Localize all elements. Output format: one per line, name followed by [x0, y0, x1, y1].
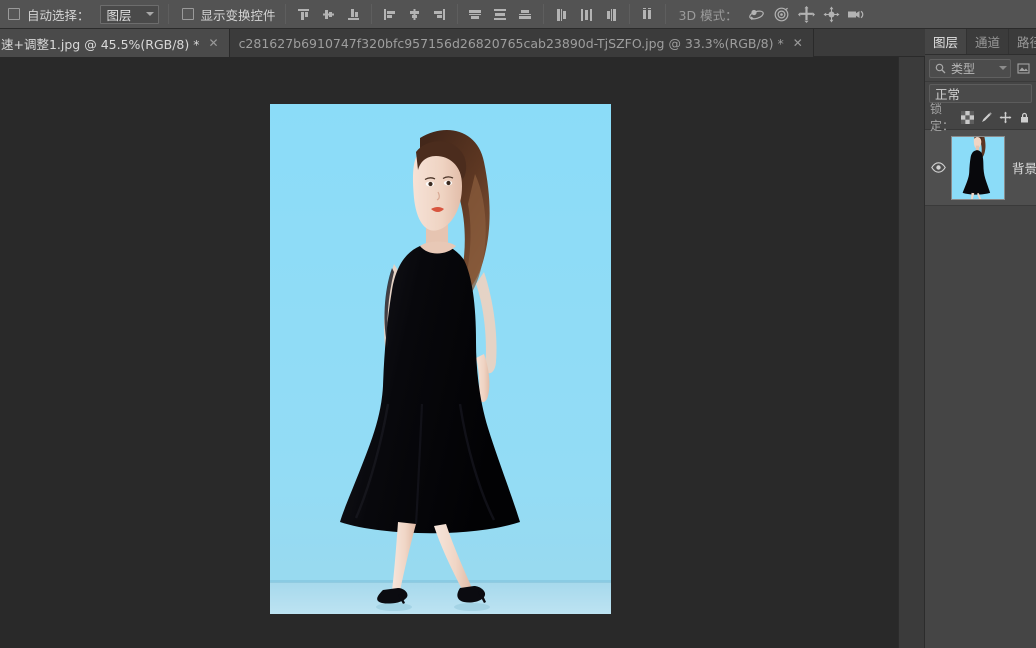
toolbar-separator	[664, 4, 666, 24]
toolbar-separator	[167, 4, 169, 24]
panel-dock-gutter	[898, 57, 925, 648]
align-left-edges-icon[interactable]	[377, 2, 402, 27]
document-tab-bar: 速+调整1.jpg @ 45.5%(RGB/8) * ✕ c281627b691…	[0, 29, 1036, 57]
layer-filter-value: 类型	[951, 61, 976, 76]
distribute-bottom-edges-icon[interactable]	[513, 2, 538, 27]
distribute-horizontal-centers-icon[interactable]	[574, 2, 599, 27]
document-image	[270, 104, 611, 614]
document-tab-1-label: 速+调整1.jpg @ 45.5%(RGB/8) *	[1, 36, 200, 52]
layer-row[interactable]: 背景	[925, 130, 1036, 206]
lock-transparent-pixels-icon[interactable]	[961, 110, 974, 124]
distribute-vertical-centers-icon[interactable]	[488, 2, 513, 27]
toolbar-separator	[284, 4, 286, 24]
tab-paths-label: 路径	[1017, 35, 1036, 50]
align-top-edges-icon[interactable]	[291, 2, 316, 27]
eye-icon	[930, 162, 946, 173]
3d-camera-icon[interactable]	[844, 2, 869, 27]
toolbar-separator	[542, 4, 544, 24]
chevron-down-icon	[999, 66, 1007, 70]
auto-select-checkbox[interactable]	[8, 8, 20, 20]
lock-label: 锁定：	[930, 102, 955, 133]
layer-visibility-toggle[interactable]	[925, 162, 951, 173]
lock-row: 锁定：	[925, 102, 1036, 133]
layers-panel-empty-area	[925, 206, 1036, 648]
layers-panel: 图层 通道 路径 类型 正常 锁定： 背景	[925, 29, 1036, 648]
show-transform-option[interactable]: 显示变换控件	[174, 0, 280, 29]
3d-mode-label: 3D 模式：	[678, 7, 738, 23]
lock-position-icon[interactable]	[999, 111, 1012, 124]
tab-layers[interactable]: 图层	[925, 29, 968, 54]
3d-pan-icon[interactable]	[794, 2, 819, 27]
3d-roll-icon[interactable]	[769, 2, 794, 27]
close-icon[interactable]: ✕	[209, 37, 219, 49]
layer-filter-type-select[interactable]: 类型	[929, 58, 1011, 78]
lock-image-pixels-icon[interactable]	[980, 111, 993, 124]
lock-all-icon[interactable]	[1018, 111, 1031, 124]
photoshop-window: 自动选择： 图层 显示变换控件 3D 模式： 速+调整1.jpg @ 45.5%…	[0, 0, 1036, 648]
layer-name-label[interactable]: 背景	[1005, 158, 1036, 177]
close-icon[interactable]: ✕	[793, 37, 803, 49]
toolbar-separator	[628, 4, 630, 24]
toolbar-separator	[370, 4, 372, 24]
tab-paths[interactable]: 路径	[1009, 29, 1036, 54]
distribute-right-edges-icon[interactable]	[599, 2, 624, 27]
document-tab-2[interactable]: c281627b6910747f320bfc957156d26820765cab…	[229, 29, 814, 57]
options-bar: 自动选择： 图层 显示变换控件 3D 模式：	[0, 0, 1036, 29]
auto-align-layers-icon[interactable]	[635, 2, 660, 27]
toolbar-separator	[456, 4, 458, 24]
document-artboard[interactable]	[270, 104, 611, 614]
tab-layers-label: 图层	[933, 35, 959, 50]
3d-rotate-icon[interactable]	[744, 2, 769, 27]
auto-select-option[interactable]: 自动选择： 图层	[0, 0, 163, 29]
align-bottom-edges-icon[interactable]	[341, 2, 366, 27]
chevron-down-icon	[145, 12, 154, 16]
auto-select-label: 自动选择：	[27, 7, 90, 23]
layers-list: 背景	[925, 129, 1036, 206]
align-vertical-centers-icon[interactable]	[316, 2, 341, 27]
show-transform-label: 显示变换控件	[200, 7, 276, 23]
auto-select-dropdown-value: 图层	[106, 7, 132, 23]
distribute-top-edges-icon[interactable]	[463, 2, 488, 27]
document-tab-2-label: c281627b6910747f320bfc957156d26820765cab…	[238, 35, 784, 51]
3d-slide-icon[interactable]	[819, 2, 844, 27]
show-transform-checkbox[interactable]	[181, 8, 194, 20]
distribute-left-edges-icon[interactable]	[549, 2, 574, 27]
tab-channels[interactable]: 通道	[967, 29, 1010, 54]
search-icon	[935, 63, 946, 73]
align-horizontal-centers-icon[interactable]	[402, 2, 427, 27]
document-tab-1[interactable]: 速+调整1.jpg @ 45.5%(RGB/8) * ✕	[0, 29, 230, 57]
panel-tab-bar: 图层 通道 路径	[925, 29, 1036, 55]
filter-image-icon[interactable]	[1015, 60, 1032, 77]
layer-thumbnail[interactable]	[951, 135, 1005, 200]
canvas-area[interactable]	[0, 57, 898, 648]
tab-channels-label: 通道	[975, 35, 1001, 50]
align-right-edges-icon[interactable]	[427, 2, 452, 27]
layer-filter-row: 类型	[925, 55, 1036, 81]
auto-select-dropdown[interactable]: 图层	[99, 4, 159, 24]
